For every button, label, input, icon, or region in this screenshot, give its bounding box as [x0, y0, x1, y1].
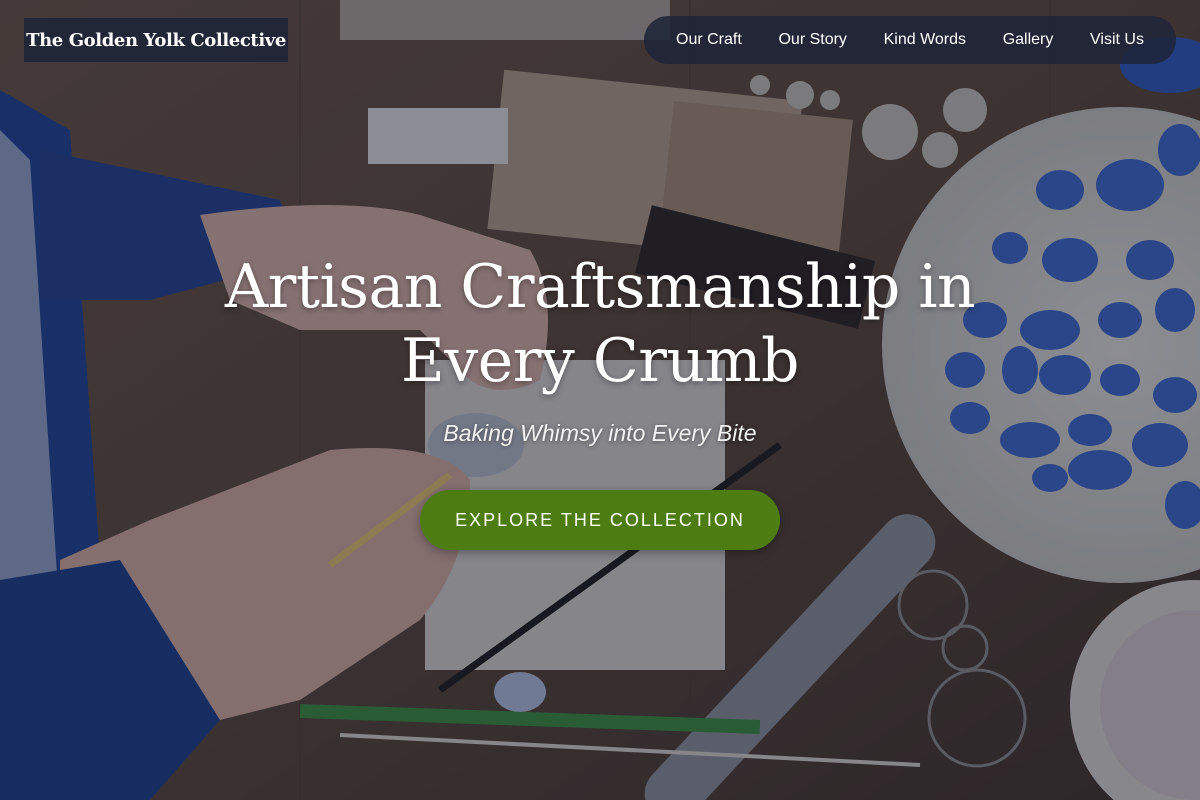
nav-link-visit-us[interactable]: Visit Us: [1090, 31, 1144, 49]
nav-link-gallery[interactable]: Gallery: [1003, 31, 1054, 49]
main-navigation: Our Craft Our Story Kind Words Gallery V…: [644, 16, 1176, 64]
nav-link-kind-words[interactable]: Kind Words: [884, 31, 966, 49]
hero-tagline: Baking Whimsy into Every Bite: [443, 420, 757, 446]
hero-dark-overlay: [0, 0, 1200, 800]
nav-link-our-story[interactable]: Our Story: [778, 31, 846, 49]
explore-collection-button[interactable]: EXPLORE THE COLLECTION: [420, 490, 780, 550]
hero-title: Artisan Craftsmanship in Every Crumb: [224, 252, 976, 396]
nav-link-our-craft[interactable]: Our Craft: [676, 31, 742, 49]
brand-logo[interactable]: The Golden Yolk Collective: [24, 18, 288, 62]
hero-section: The Golden Yolk Collective Our Craft Our…: [0, 0, 1200, 800]
